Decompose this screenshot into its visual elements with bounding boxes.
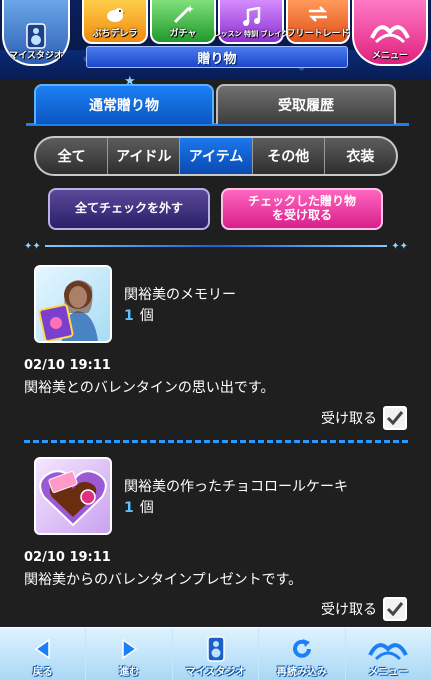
gift-date: 02/10 19:11 bbox=[24, 550, 111, 565]
top-navigation: マイスタジオ ぷちデレラ ガチャ レッスン 特訓 ブレイク フリートレード メニ… bbox=[0, 0, 431, 80]
menu-button[interactable]: メニュー bbox=[352, 0, 428, 66]
gift-description: 関裕美とのバレンタインの思い出です。 bbox=[24, 380, 275, 396]
filter-other[interactable]: その他 bbox=[253, 138, 325, 174]
gift-name: 関裕美のメモリー bbox=[124, 287, 236, 303]
page-title-bar: 贈り物 bbox=[86, 46, 348, 68]
music-note-icon bbox=[239, 7, 263, 27]
mystudio-button[interactable]: マイスタジオ bbox=[2, 0, 70, 66]
bird-icon bbox=[103, 4, 127, 24]
mystudio-icon bbox=[203, 636, 229, 662]
back-arrow-icon bbox=[30, 636, 56, 662]
filter-all[interactable]: 全て bbox=[36, 138, 109, 174]
gift-date: 02/10 19:11 bbox=[24, 358, 111, 373]
gacha-label: ガチャ bbox=[169, 29, 197, 39]
gift-receive-label: 受け取る bbox=[321, 411, 377, 427]
back-button[interactable]: 戻る bbox=[0, 628, 87, 680]
trade-swap-icon bbox=[306, 4, 330, 24]
gift-name: 関裕美の作ったチョコロールケーキ bbox=[124, 479, 348, 495]
star-icon: ✦✦ bbox=[391, 240, 408, 252]
main-tabs: ★ 通常贈り物 受取履歴 bbox=[26, 74, 409, 126]
filter-idol[interactable]: アイドル bbox=[108, 138, 181, 174]
tab-normal-gifts[interactable]: 通常贈り物 bbox=[34, 84, 214, 124]
gift-quantity-value: 1 bbox=[124, 500, 134, 516]
bottom-navigation: 戻る 進む マイスタジオ 再読み込み メニュー bbox=[0, 627, 431, 680]
menu-icon bbox=[368, 636, 409, 662]
reload-button[interactable]: 再読み込み bbox=[259, 628, 346, 680]
filter-costume[interactable]: 衣装 bbox=[325, 138, 396, 174]
mystudio-nav-button[interactable]: マイスタジオ bbox=[173, 628, 260, 680]
gift-quantity: 1個 bbox=[124, 497, 154, 517]
gift-quantity-unit: 個 bbox=[139, 308, 154, 324]
filter-bar: 全て アイドル アイテム その他 衣装 bbox=[34, 136, 398, 176]
mystudio-label: マイスタジオ bbox=[9, 51, 63, 61]
gift-quantity-unit: 個 bbox=[139, 500, 154, 516]
receive-checked-label-line2: を受け取る bbox=[271, 208, 332, 222]
divider-line bbox=[44, 245, 388, 247]
gift-description: 関裕美からのバレンタインプレゼントです。 bbox=[24, 572, 303, 588]
menu-nav-label: メニュー bbox=[368, 667, 409, 678]
uncheck-all-button[interactable]: 全てチェックを外す bbox=[48, 188, 210, 230]
trade-label: フリートレード bbox=[286, 29, 350, 39]
back-label: 戻る bbox=[32, 667, 53, 678]
receive-checked-label-line1: チェックした贈り物 bbox=[247, 194, 356, 209]
uncheck-all-label: 全てチェックを外す bbox=[74, 201, 183, 216]
magic-wand-icon bbox=[171, 4, 195, 24]
star-icon: ✦✦ bbox=[24, 240, 41, 252]
forward-button[interactable]: 進む bbox=[86, 628, 173, 680]
page-title: 贈り物 bbox=[197, 51, 237, 67]
gift-receive-label: 受け取る bbox=[321, 602, 377, 618]
receive-checkbox[interactable] bbox=[383, 406, 407, 430]
lesson-button[interactable]: レッスン 特訓 ブレイク bbox=[214, 0, 288, 44]
receive-checked-button[interactable]: チェックした贈り物 を受け取る bbox=[221, 188, 383, 230]
puchi-label: ぷちデレラ bbox=[92, 29, 138, 39]
gift-quantity: 1個 bbox=[124, 305, 154, 325]
receive-checkbox[interactable] bbox=[383, 597, 407, 621]
forward-label: 進む bbox=[119, 667, 140, 678]
menu-logo-icon bbox=[370, 18, 410, 46]
menu-label: メニュー bbox=[371, 51, 408, 61]
puchi-button[interactable]: ぷちデレラ bbox=[82, 0, 148, 44]
gacha-button[interactable]: ガチャ bbox=[150, 0, 216, 44]
gift-receive-toggle[interactable]: 受け取る bbox=[321, 597, 407, 621]
gift-receive-toggle[interactable]: 受け取る bbox=[321, 406, 407, 430]
filter-item[interactable]: アイテム bbox=[180, 138, 253, 174]
speaker-icon bbox=[24, 23, 48, 49]
trade-button[interactable]: フリートレード bbox=[286, 0, 350, 44]
item-divider bbox=[24, 440, 408, 443]
chocolate-box-icon bbox=[34, 457, 112, 535]
tab-receive-history[interactable]: 受取履歴 bbox=[216, 84, 396, 124]
gift-quantity-value: 1 bbox=[124, 308, 134, 324]
star-divider: ✦✦ ✦✦ bbox=[24, 240, 408, 252]
reload-icon bbox=[289, 636, 315, 662]
forward-arrow-icon bbox=[116, 636, 142, 662]
lesson-label: レッスン 特訓 ブレイク bbox=[213, 30, 289, 38]
menu-nav-button[interactable]: メニュー bbox=[346, 628, 431, 680]
mystudio-nav-label: マイスタジオ bbox=[185, 667, 246, 678]
reload-label: 再読み込み bbox=[276, 667, 327, 678]
memory-card-icon bbox=[34, 265, 112, 343]
